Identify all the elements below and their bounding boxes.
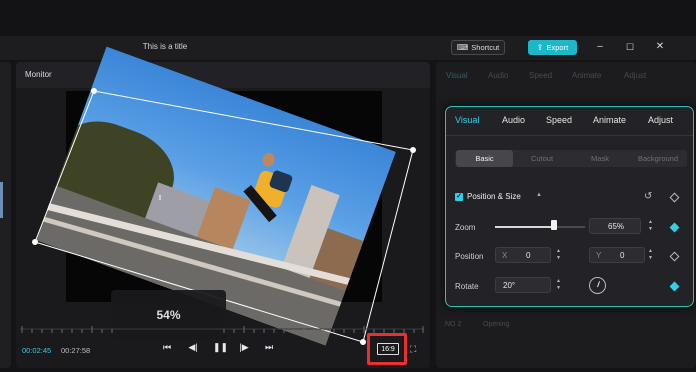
properties-popup: Visual Audio Speed Animate Adjust Basic … xyxy=(445,106,694,307)
step-forward-icon[interactable]: |▶ xyxy=(238,342,250,353)
inspector-tab-audio[interactable]: Audio xyxy=(488,71,508,80)
inspector-row-label: NO 2 xyxy=(445,321,462,328)
tab-adjust[interactable]: Adjust xyxy=(648,115,673,125)
zoom-value: 65% xyxy=(608,222,625,231)
tab-audio[interactable]: Audio xyxy=(502,115,525,125)
top-bar-background xyxy=(0,0,696,36)
collapse-caret-icon[interactable]: ▲ xyxy=(536,192,542,198)
rotate-value: 20° xyxy=(503,281,516,290)
keyboard-icon: ⌨ xyxy=(456,43,469,52)
export-icon: ⇪ xyxy=(536,43,544,52)
position-y-stepper[interactable]: ▲ ▼ xyxy=(646,247,655,263)
maximize-icon[interactable]: ☐ xyxy=(624,41,636,53)
pause-icon[interactable]: ❚❚ xyxy=(213,342,228,353)
position-x-field[interactable]: X 0 xyxy=(495,247,551,263)
keyframe-icon[interactable] xyxy=(669,222,680,233)
inspector-tab-speed[interactable]: Speed xyxy=(529,71,552,80)
rotate-field[interactable]: 20° xyxy=(495,277,551,293)
tab-speed[interactable]: Speed xyxy=(546,115,572,125)
sub-tab-basic[interactable]: Basic xyxy=(456,150,513,167)
shortcut-button[interactable]: ⌨ Shortcut xyxy=(451,40,505,55)
position-label: Position xyxy=(455,252,484,261)
timeline-ruler[interactable] xyxy=(20,324,424,334)
export-label: Export xyxy=(546,43,569,52)
monitor-header: Monitor xyxy=(16,62,430,88)
tab-visual[interactable]: Visual xyxy=(455,115,479,125)
window-title: This is a title xyxy=(142,42,188,51)
keyframe-icon[interactable] xyxy=(669,281,680,292)
position-y-value: 0 xyxy=(620,251,625,260)
zoom-slider[interactable] xyxy=(495,226,585,228)
inspector-tab-adjust[interactable]: Adjust xyxy=(624,71,646,80)
media-panel-edge xyxy=(0,62,11,368)
sub-tab-mask[interactable]: Mask xyxy=(571,150,629,167)
reset-icon[interactable]: ↺ xyxy=(644,191,652,202)
aspect-ratio-button[interactable]: 16:9 xyxy=(377,343,399,355)
zoom-label: Zoom xyxy=(455,223,476,232)
minimize-icon[interactable]: – xyxy=(594,41,606,53)
inspector-row-value: Opening xyxy=(483,321,510,328)
zoom-slider-fill xyxy=(495,226,554,228)
position-y-field[interactable]: Y 0 xyxy=(589,247,645,263)
export-button[interactable]: ⇪ Export xyxy=(528,40,577,55)
shortcut-label: Shortcut xyxy=(471,43,500,52)
step-back-icon[interactable]: ◀| xyxy=(187,342,199,353)
inspector-tab-visual[interactable]: Visual xyxy=(446,71,468,80)
zoom-field[interactable]: 65% xyxy=(589,218,641,234)
skip-forward-icon[interactable]: ⏭ xyxy=(263,342,275,353)
sub-tab-background[interactable]: Background xyxy=(629,150,687,167)
position-x-stepper[interactable]: ▲ ▼ xyxy=(554,247,563,263)
fullscreen-icon[interactable]: ⛶ xyxy=(410,344,416,355)
total-timecode: 00:27:58 xyxy=(61,346,91,355)
media-thumbnail[interactable] xyxy=(0,182,3,218)
keyframe-icon[interactable] xyxy=(669,251,680,262)
close-icon[interactable]: ✕ xyxy=(654,41,666,53)
inspector-tab-animate[interactable]: Animate xyxy=(572,71,601,80)
zoom-slider-knob[interactable] xyxy=(550,220,557,230)
zoom-stepper[interactable]: ▲ ▼ xyxy=(646,218,655,234)
keyframe-icon[interactable] xyxy=(669,192,680,203)
tab-animate[interactable]: Animate xyxy=(593,115,626,125)
section-title: Position & Size xyxy=(467,192,521,201)
sub-tab-cutout[interactable]: Cutout xyxy=(513,150,571,167)
position-x-value: 0 xyxy=(526,251,531,260)
current-timecode: 00:02:45 xyxy=(22,346,52,355)
tab-divider xyxy=(446,135,693,136)
rotate-label: Rotate xyxy=(455,282,479,291)
y-prefix: Y xyxy=(596,251,602,260)
skip-back-icon[interactable]: ⏮ xyxy=(161,342,173,353)
sub-tab-bar: Basic Cutout Mask Background xyxy=(455,150,687,167)
rotate-stepper[interactable]: ▲ ▼ xyxy=(554,277,563,293)
rotate-dial-icon[interactable] xyxy=(589,277,606,294)
position-size-checkbox[interactable]: ✓ xyxy=(455,193,463,201)
x-prefix: X xyxy=(502,251,508,260)
